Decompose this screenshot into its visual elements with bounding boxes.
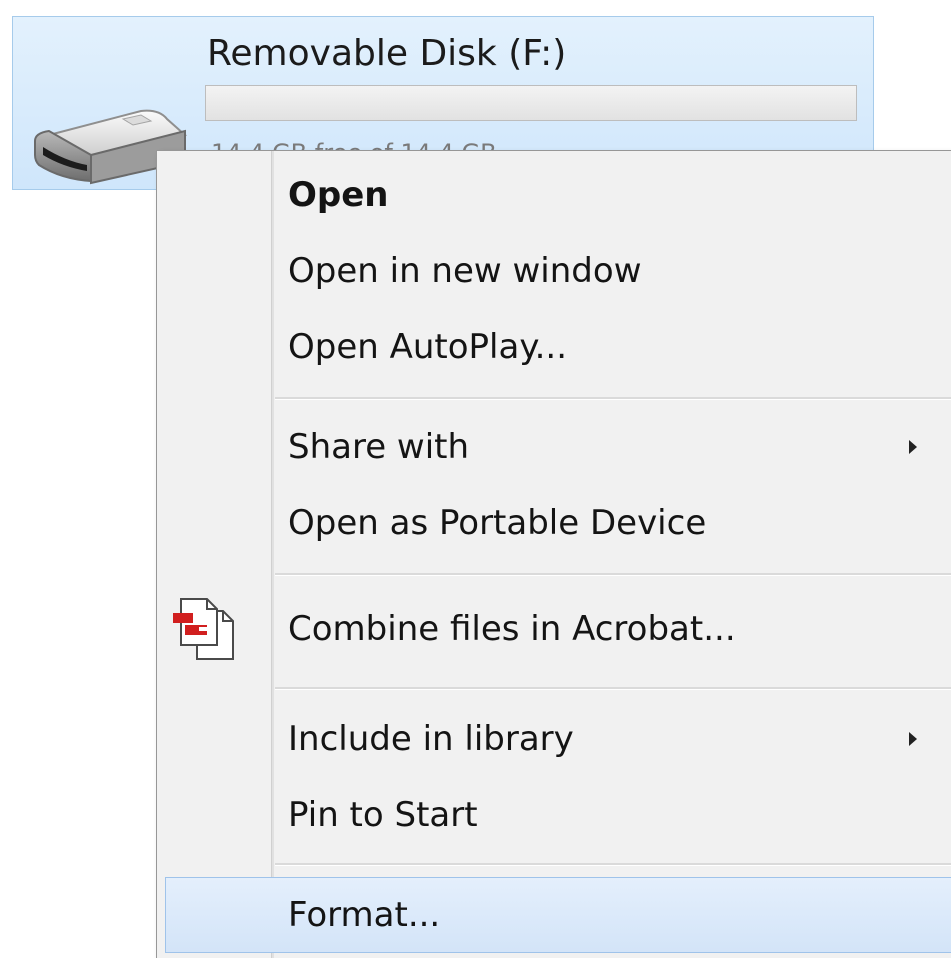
menu-item-label: Open as Portable Device [288, 503, 707, 543]
chevron-right-icon [909, 440, 917, 454]
menu-separator [275, 397, 951, 400]
menu-item-label: Combine files in Acrobat... [288, 609, 736, 649]
menu-separator [275, 573, 951, 576]
menu-item-open-autoplay[interactable]: Open AutoPlay... [157, 309, 951, 385]
menu-item-format[interactable]: Format... [165, 877, 951, 953]
menu-item-pin-to-start[interactable]: Pin to Start [157, 777, 951, 853]
menu-item-label: Open AutoPlay... [288, 327, 568, 367]
menu-item-label: Share with [288, 427, 470, 467]
acrobat-combine-icon [173, 598, 234, 660]
menu-item-open-new-window[interactable]: Open in new window [157, 233, 951, 309]
menu-item-label: Format... [288, 895, 441, 935]
menu-item-label: Include in library [288, 719, 574, 759]
desktop-area: Removable Disk (F:) 14.4 GB free of 14.4… [0, 0, 951, 958]
menu-item-label: Open [288, 175, 389, 215]
menu-separator [275, 687, 951, 690]
menu-item-label: Pin to Start [288, 795, 478, 835]
menu-item-label: Open in new window [288, 251, 642, 291]
menu-separator [275, 863, 951, 866]
chevron-right-icon [909, 732, 917, 746]
capacity-bar [205, 85, 857, 121]
drive-name: Removable Disk (F:) [207, 33, 567, 74]
menu-item-open[interactable]: Open [157, 157, 951, 233]
menu-item-share-with[interactable]: Share with [157, 409, 951, 485]
menu-item-open-portable-device[interactable]: Open as Portable Device [157, 485, 951, 561]
menu-item-combine-acrobat[interactable]: Combine files in Acrobat... [157, 591, 951, 667]
context-menu: Open Open in new window Open AutoPlay...… [156, 150, 951, 958]
menu-item-include-in-library[interactable]: Include in library [157, 701, 951, 777]
